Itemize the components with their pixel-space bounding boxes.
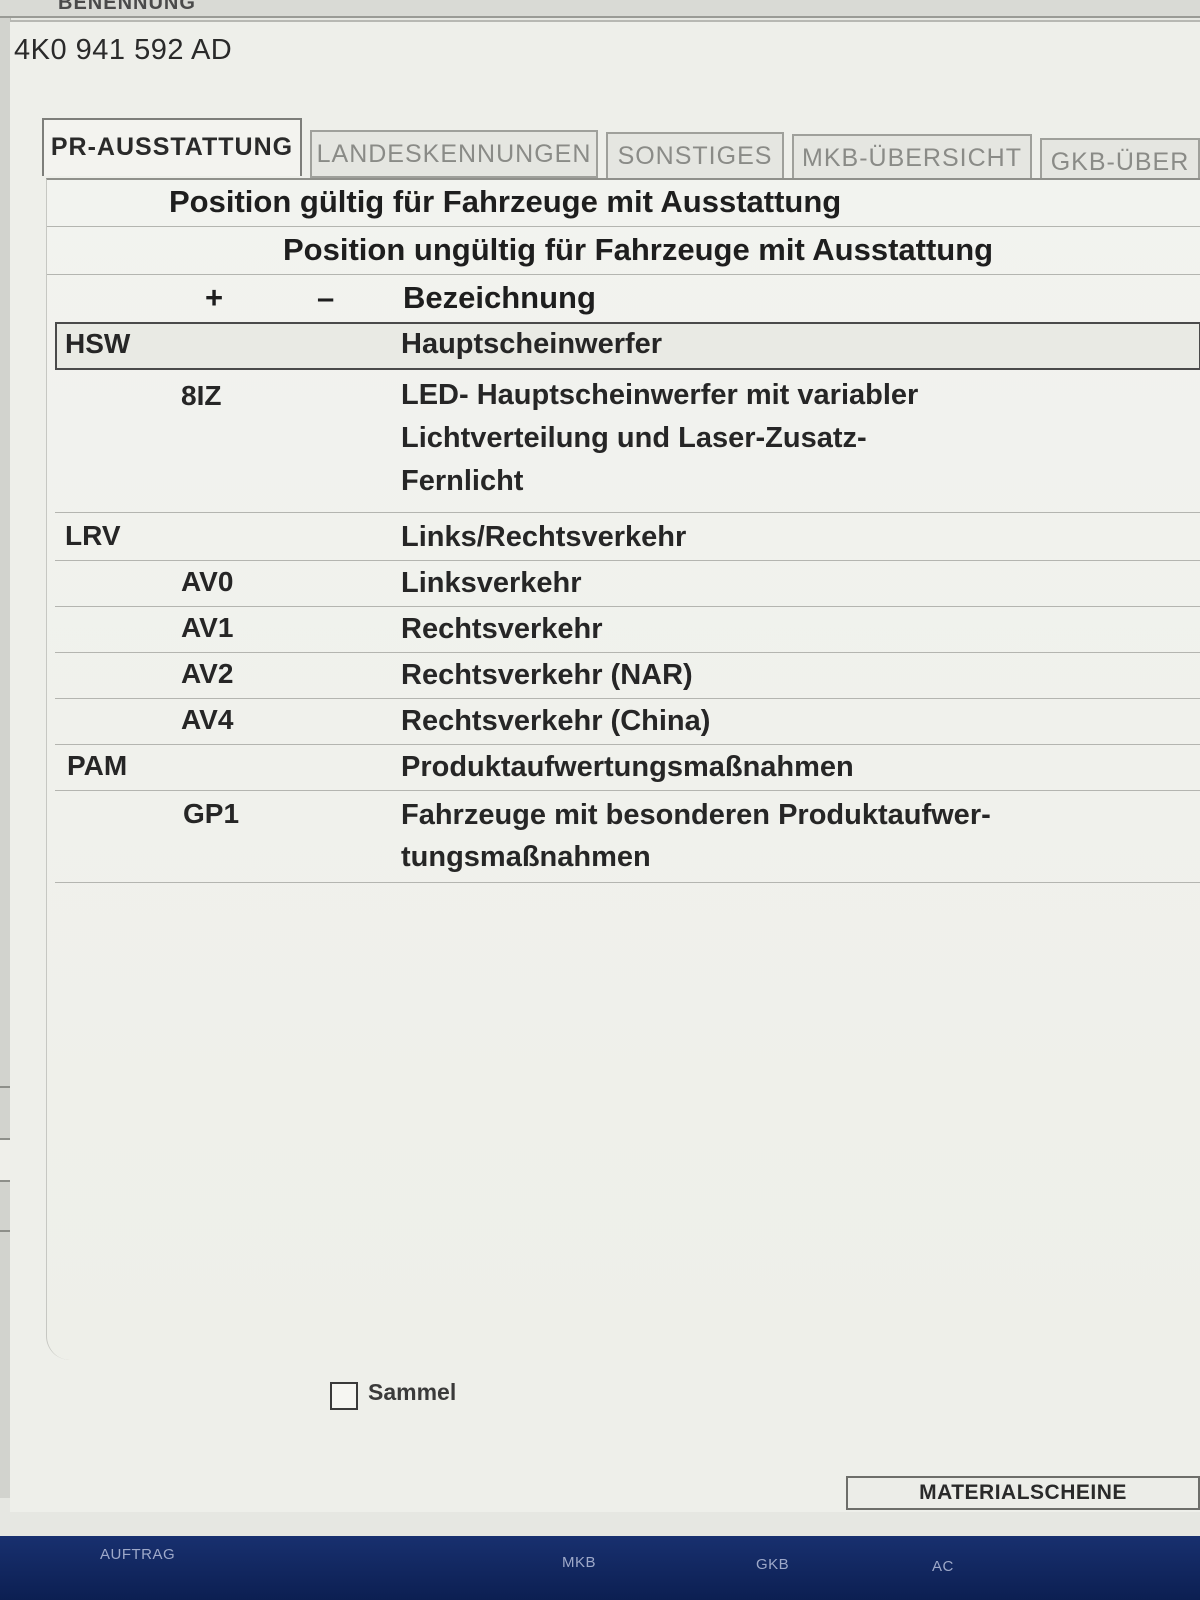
tab-mkb-uebersicht[interactable]: MKB-ÜBERSICHT — [792, 134, 1032, 182]
row-description: Linksverkehr — [401, 567, 582, 599]
row-description: Links/Rechtsverkehr — [401, 521, 687, 553]
row-description: Hauptscheinwerfer — [401, 328, 663, 360]
row-description: Rechtsverkehr — [401, 613, 603, 645]
row-description: Rechtsverkehr (NAR) — [401, 659, 693, 691]
sammel-checkbox-box[interactable] — [330, 1382, 358, 1410]
row-divider — [55, 512, 1200, 513]
column-caption: BENENNUNG — [58, 0, 196, 14]
row-code: AV0 — [181, 566, 234, 597]
part-number: 4K0 941 592 AD — [14, 34, 233, 66]
tab-sonstiges[interactable]: SONSTIGES — [606, 132, 784, 180]
tab-landeskennungen[interactable]: LANDESKENNUNGEN — [310, 130, 598, 178]
table-row[interactable]: AV4 Rechtsverkehr (China) — [55, 700, 1200, 746]
row-code: AV2 — [181, 658, 234, 689]
row-group: LRV — [65, 520, 121, 551]
row-description: Fahrzeuge mit besonderen Produktaufwer- — [401, 799, 991, 831]
row-description: Rechtsverkehr (China) — [401, 705, 711, 737]
nav-item-auftrag[interactable]: AUFTRAG — [100, 1546, 175, 1563]
row-code: AV1 — [181, 612, 234, 643]
table-row[interactable]: AV2 Rechtsverkehr (NAR) — [55, 654, 1200, 700]
row-description: tungsmaßnahmen — [401, 841, 651, 873]
table-row[interactable]: AV1 Rechtsverkehr — [55, 608, 1200, 654]
row-code: 8IZ — [181, 380, 222, 411]
header-valid: Position gültig für Fahrzeuge mit Aussta… — [169, 184, 842, 219]
table-row[interactable]: LRV Links/Rechtsverkehr — [55, 514, 1200, 562]
nav-item-mkb[interactable]: MKB — [562, 1554, 596, 1571]
row-description: Lichtverteilung und Laser-Zusatz- — [401, 422, 867, 454]
row-group: PAM — [67, 750, 128, 781]
nav-item-ac[interactable]: AC — [932, 1558, 954, 1575]
row-divider — [55, 560, 1200, 561]
tab-pr-ausstattung[interactable]: PR-AUSSTATTUNG — [42, 118, 302, 176]
row-divider — [55, 606, 1200, 607]
row-description: LED- Hauptscheinwerfer mit variabler — [401, 379, 919, 411]
table-row[interactable]: GP1 Fahrzeuge mit besonderen Produktaufw… — [55, 792, 1200, 884]
table-row-selected[interactable]: HSW Hauptscheinwerfer — [55, 322, 1200, 370]
nav-item-gkb[interactable]: GKB — [756, 1556, 789, 1573]
window-top-strip: BENENNUNG — [0, 0, 1200, 18]
equipment-panel: Position gültig für Fahrzeuge mit Aussta… — [46, 178, 1200, 1360]
row-divider — [55, 744, 1200, 745]
row-group: HSW — [65, 328, 131, 359]
detail-window: 4K0 941 592 AD PR-AUSSTATTUNG LANDESKENN… — [10, 20, 1200, 1512]
header-invalid: Position ungültig für Fahrzeuge mit Auss… — [283, 232, 994, 267]
row-divider — [55, 882, 1200, 883]
table-row[interactable]: 8IZ LED- Hauptscheinwerfer mit variabler… — [55, 370, 1200, 514]
header-minus: – — [317, 280, 335, 315]
header-bezeichnung: Bezeichnung — [403, 280, 596, 315]
row-description: Produktaufwertungsmaßnahmen — [401, 751, 854, 783]
table-row[interactable]: PAM Produktaufwertungsmaßnahmen — [55, 746, 1200, 792]
row-code: AV4 — [181, 704, 234, 735]
row-description: Fernlicht — [401, 465, 524, 497]
row-divider — [55, 652, 1200, 653]
header-divider — [47, 274, 1200, 275]
row-code: GP1 — [183, 798, 240, 829]
materialscheine-button[interactable]: MATERIALSCHEINE — [846, 1476, 1200, 1510]
row-divider — [55, 698, 1200, 699]
bottom-nav: AUFTRAG MKB GKB AC — [0, 1536, 1200, 1600]
header-divider — [47, 226, 1200, 227]
header-plus: + — [205, 280, 224, 315]
sammel-label: Sammel — [368, 1379, 457, 1405]
row-divider — [55, 790, 1200, 791]
table-row[interactable]: AV0 Linksverkehr — [55, 562, 1200, 608]
